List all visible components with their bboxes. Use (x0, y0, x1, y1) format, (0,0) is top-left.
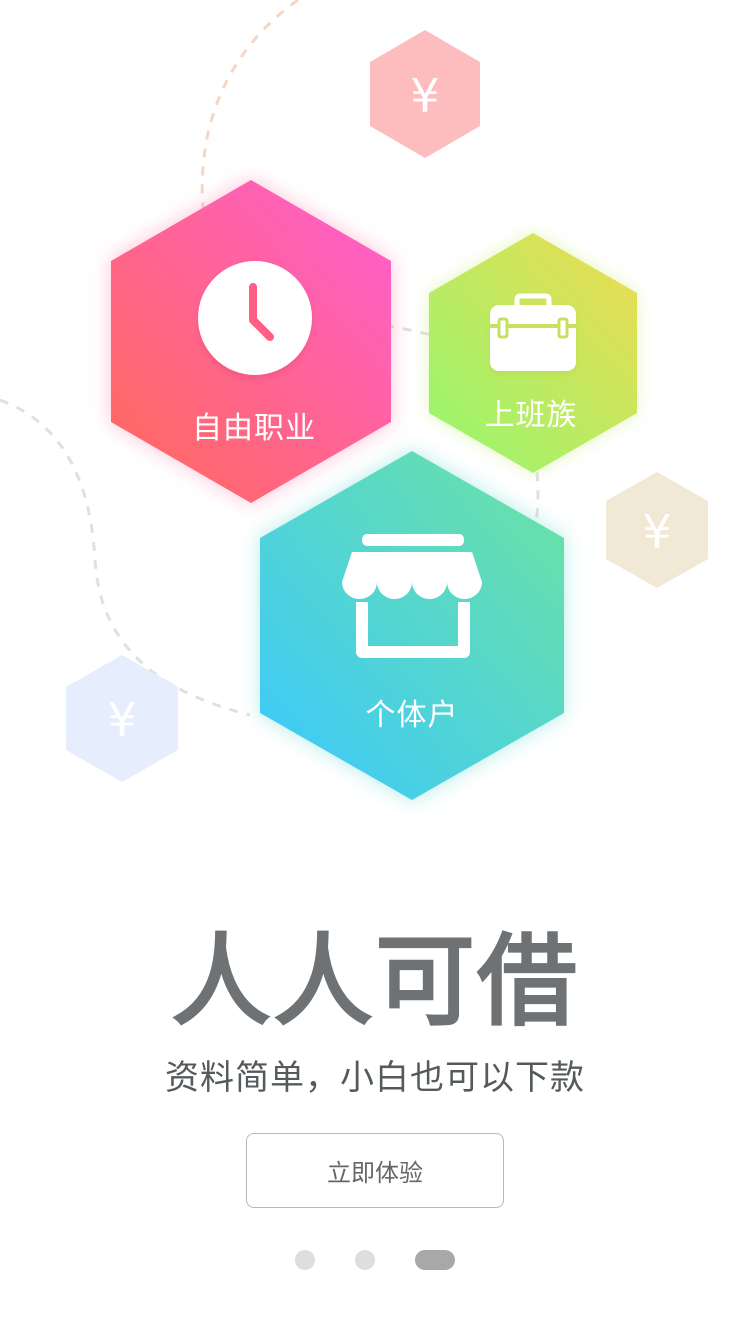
try-now-button[interactable]: 立即体验 (246, 1133, 504, 1208)
freelance-label: 自由职业 (192, 411, 316, 446)
merchant-label: 个体户 (365, 698, 459, 733)
hexagon-freelance[interactable] (111, 180, 391, 503)
page-indicator (0, 1250, 750, 1272)
yen-hexagon-top: ¥ (370, 30, 480, 158)
briefcase-icon (490, 293, 576, 375)
hero-title: 人人可借 (171, 923, 579, 1040)
hexagon-office-worker[interactable] (429, 233, 637, 473)
yen-hexagon-left: ¥ (66, 655, 178, 782)
clock-icon (198, 261, 312, 379)
hexagon-merchant[interactable] (260, 451, 564, 800)
yen-symbol: ¥ (410, 69, 439, 123)
page-dot-active[interactable] (415, 1250, 455, 1270)
office-worker-label: 上班族 (484, 398, 578, 433)
yen-symbol: ¥ (642, 505, 671, 559)
page-dot[interactable] (355, 1250, 375, 1270)
yen-symbol: ¥ (107, 693, 136, 747)
page-dot[interactable] (295, 1250, 315, 1270)
yen-hexagon-right: ¥ (606, 472, 708, 588)
hero-subtitle: 资料简单，小白也可以下款 (165, 1058, 585, 1098)
